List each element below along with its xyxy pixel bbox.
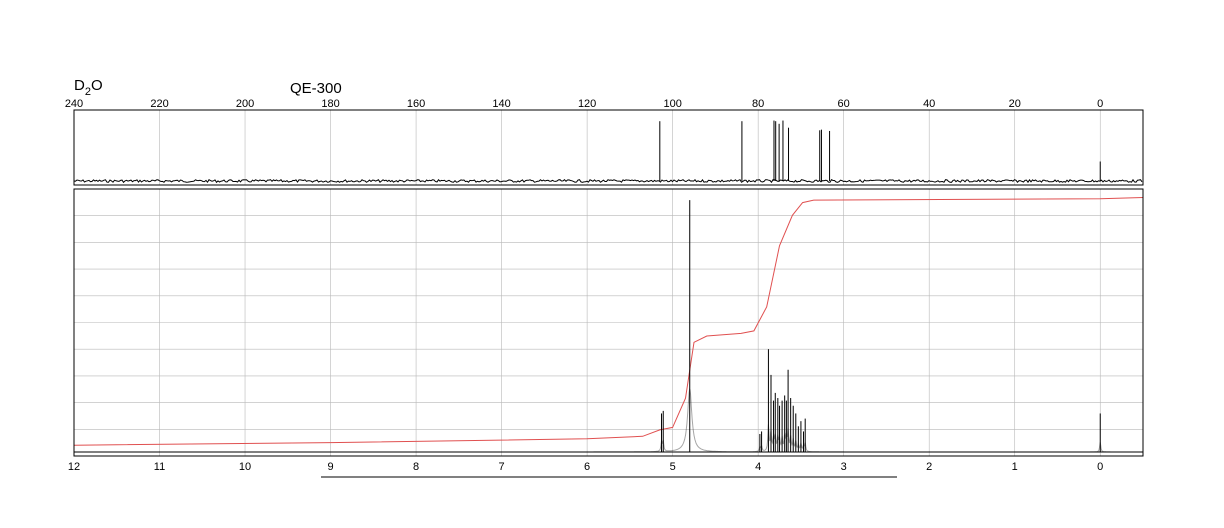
h1-grid: [74, 189, 1143, 456]
c13-tick-label: 220: [150, 98, 168, 110]
h1-tick-label: 2: [926, 461, 932, 473]
c13-tick-label: 240: [65, 98, 83, 110]
c13-tick-label: 200: [236, 98, 254, 110]
c13-tick-label: 0: [1097, 98, 1103, 110]
h1-tick-label: 10: [239, 461, 251, 473]
h1-tick-label: 7: [499, 461, 505, 473]
c13-tick-label: 80: [752, 98, 764, 110]
c13-tick-label: 140: [492, 98, 510, 110]
c13-tick-label: 120: [578, 98, 596, 110]
h1-tick-label: 12: [68, 461, 80, 473]
h1-tick-label: 0: [1097, 461, 1103, 473]
solvent-label: D2O: [74, 77, 103, 98]
h1-tick-label: 11: [154, 461, 165, 473]
h1-tick-labels: 12 11 10 9 8 7 6 5 4 3 2 1 0: [68, 461, 1103, 473]
h1-tick-label: 8: [413, 461, 419, 473]
c13-frame: [73, 109, 1144, 186]
c13-tick-label: 40: [923, 98, 935, 110]
c13-noise-baseline: [73, 178, 1143, 184]
h1-panel: 12 11 10 9 8 7 6 5 4 3 2 1 0: [68, 188, 1144, 473]
c13-panel: 240 220 200 180 160 140 120 100 80 60 40 20 0: [65, 98, 1144, 186]
c13-tick-label: 60: [838, 98, 850, 110]
h1-tick-label: 9: [327, 461, 333, 473]
h1-tick-label: 1: [1012, 461, 1018, 473]
h1-tick-label: 4: [755, 461, 761, 473]
h1-tick-label: 5: [670, 461, 676, 473]
nmr-spectra-figure: D2O QE-300 240 220 200 180 160 140 120 100 80 60 4…: [65, 77, 1144, 478]
h1-spectrum-trace: [74, 388, 1143, 453]
h1-tick-label: 6: [584, 461, 590, 473]
instrument-label: QE-300: [290, 80, 342, 97]
h1-peaks: [74, 200, 1143, 453]
c13-tick-label: 100: [663, 98, 681, 110]
c13-tick-labels: 240 220 200 180 160 140 120 100 80 60 40 20 0: [65, 98, 1103, 110]
c13-grid: [159, 110, 1101, 185]
h1-integral-curve: [73, 197, 1144, 446]
c13-peaks: [659, 120, 1101, 181]
c13-tick-label: 160: [407, 98, 425, 110]
c13-tick-label: 180: [321, 98, 339, 110]
h1-tick-label: 3: [841, 461, 847, 473]
c13-tick-label: 20: [1009, 98, 1021, 110]
